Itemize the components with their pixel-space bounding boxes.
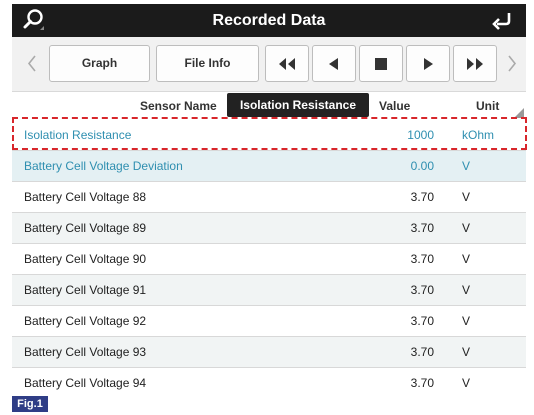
fast-forward-button[interactable] <box>453 45 497 82</box>
table-row[interactable]: Battery Cell Voltage 89 3.70 V <box>12 213 526 244</box>
chevron-right-icon <box>508 55 517 72</box>
toolbar: Graph File Info <box>12 37 526 92</box>
table-row[interactable]: Battery Cell Voltage 90 3.70 V <box>12 244 526 275</box>
window-title: Recorded Data <box>212 12 326 29</box>
sensor-name: Battery Cell Voltage Deviation <box>24 159 183 173</box>
step-back-button[interactable] <box>312 45 356 82</box>
sensor-unit: V <box>462 314 471 328</box>
sensor-value: 3.70 <box>410 221 434 235</box>
fast-forward-icon <box>467 58 483 70</box>
table-row[interactable]: Battery Cell Voltage 94 3.70 V <box>12 368 526 395</box>
sensor-value: 3.70 <box>410 345 434 359</box>
sensor-value: 3.70 <box>410 252 434 266</box>
sensor-name-tooltip: Isolation Resistance <box>227 93 369 117</box>
table-row[interactable]: Isolation Resistance 1000 kOhm <box>12 120 526 151</box>
stop-button[interactable] <box>359 45 403 82</box>
column-value[interactable]: Value <box>379 92 410 120</box>
play-icon <box>424 58 433 70</box>
file-info-button[interactable]: File Info <box>156 45 259 82</box>
sensor-unit: V <box>462 190 471 204</box>
stop-icon <box>375 58 387 70</box>
column-sensor-name[interactable]: Sensor Name <box>140 92 217 120</box>
sensor-unit: V <box>462 221 471 235</box>
sensor-unit: V <box>462 283 471 297</box>
sensor-value: 3.70 <box>410 190 434 204</box>
step-back-icon <box>329 58 338 70</box>
sensor-unit: V <box>462 376 471 390</box>
sensor-value: 3.70 <box>410 314 434 328</box>
figure-label: Fig.1 <box>12 396 48 412</box>
play-button[interactable] <box>406 45 450 82</box>
sensor-name: Battery Cell Voltage 89 <box>24 221 147 235</box>
sensor-name: Isolation Resistance <box>24 128 132 142</box>
sensor-name: Battery Cell Voltage 90 <box>24 252 147 266</box>
sensor-value: 1000 <box>407 128 434 142</box>
sensor-name: Battery Cell Voltage 91 <box>24 283 147 297</box>
sensor-unit: V <box>462 252 471 266</box>
sensor-name: Battery Cell Voltage 94 <box>24 376 147 390</box>
sensor-name: Battery Cell Voltage 92 <box>24 314 147 328</box>
sensor-value: 0.00 <box>410 159 434 173</box>
sensor-name: Battery Cell Voltage 88 <box>24 190 147 204</box>
scroll-left-button[interactable] <box>20 45 44 82</box>
chevron-left-icon <box>27 55 36 72</box>
title-bar: Recorded Data <box>12 4 526 37</box>
sensor-name: Battery Cell Voltage 93 <box>24 345 147 359</box>
table-row[interactable]: Battery Cell Voltage 92 3.70 V <box>12 306 526 337</box>
table-row[interactable]: Battery Cell Voltage Deviation 0.00 V <box>12 151 526 182</box>
sensor-table: Isolation Resistance 1000 kOhm Battery C… <box>12 120 526 395</box>
scroll-right-button[interactable] <box>500 45 524 82</box>
back-arrow-icon <box>492 13 511 30</box>
rewind-button[interactable] <box>265 45 309 82</box>
table-row[interactable]: Battery Cell Voltage 91 3.70 V <box>12 275 526 306</box>
rewind-icon <box>279 58 295 70</box>
sensor-unit: V <box>462 159 471 173</box>
sensor-unit: kOhm <box>462 128 495 142</box>
table-row[interactable]: Battery Cell Voltage 88 3.70 V <box>12 182 526 213</box>
back-button[interactable] <box>488 7 518 34</box>
sensor-unit: V <box>462 345 471 359</box>
column-unit[interactable]: Unit <box>476 92 499 120</box>
recorded-data-screen: Recorded Data Graph File Info Sensor Nam… <box>12 4 526 395</box>
sensor-value: 3.70 <box>410 376 434 390</box>
sensor-value: 3.70 <box>410 283 434 297</box>
table-row[interactable]: Battery Cell Voltage 93 3.70 V <box>12 337 526 368</box>
resize-corner-icon <box>514 108 524 118</box>
graph-button[interactable]: Graph <box>49 45 150 82</box>
table-header: Sensor Name Isolation Resistance Value U… <box>12 92 526 120</box>
